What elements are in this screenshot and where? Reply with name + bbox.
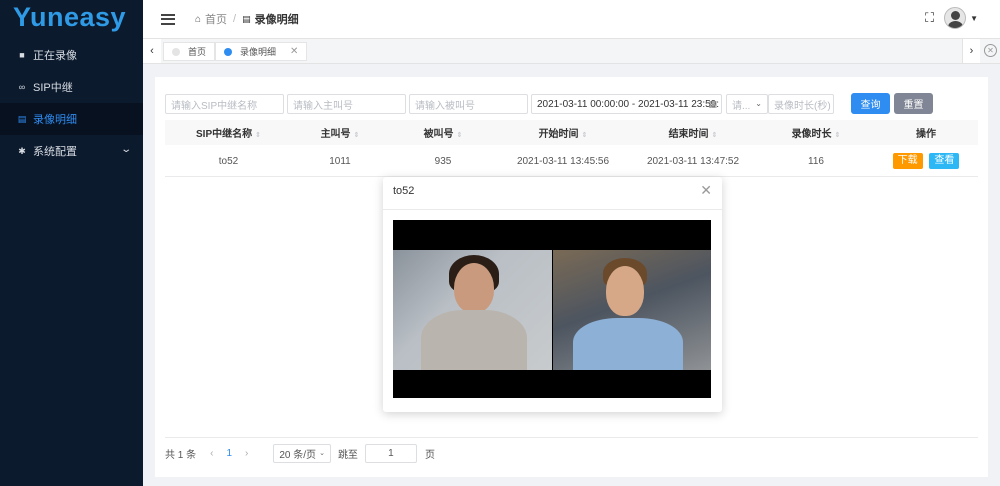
tab-label: 录像明细 bbox=[240, 47, 277, 57]
cell-start-time: 2021-03-11 13:45:56 bbox=[516, 155, 610, 167]
query-button[interactable]: 查询 bbox=[851, 93, 890, 114]
table-row: to52 1011 935 2021-03-11 13:45:56 2021-0… bbox=[165, 146, 978, 177]
sidebar-item-label: 正在录像 bbox=[33, 50, 77, 62]
close-all-tabs-icon[interactable]: ✕ bbox=[984, 44, 997, 57]
page-size-select[interactable]: 20 条/页 ⌄ bbox=[273, 443, 331, 463]
sidebar-item-recording[interactable]: ■ 正在录像 bbox=[0, 39, 143, 71]
cell-duration: 116 bbox=[808, 155, 824, 167]
jump-page-input[interactable]: 1 bbox=[364, 443, 417, 463]
type-select[interactable]: 请... ⌄ bbox=[726, 94, 768, 114]
breadcrumb: ⌂ 首页 / ▤ 录像明细 bbox=[195, 11, 299, 27]
column-header: 操作 bbox=[916, 129, 936, 140]
close-icon[interactable]: ✕ bbox=[700, 182, 712, 199]
sort-icon: ⇕ bbox=[834, 132, 841, 139]
column-header[interactable]: 结束时间 ⇕ bbox=[628, 125, 758, 140]
date-range-picker[interactable]: 2021-03-11 00:00:00 - 2021-03-11 23:59: … bbox=[531, 94, 722, 114]
chevron-down-icon: ⌄ bbox=[319, 450, 325, 457]
cell-end-time: 2021-03-11 13:47:52 bbox=[646, 155, 740, 167]
callee-input[interactable]: 请输入被叫号 bbox=[409, 94, 528, 114]
page-number[interactable]: 1 bbox=[226, 448, 232, 459]
cell-caller: 1011 bbox=[329, 155, 351, 167]
calendar-icon: ▦ bbox=[708, 99, 717, 109]
sidebar-item-recording-details[interactable]: ▤ 录像明细 bbox=[0, 103, 143, 135]
date-range-value: 2021-03-11 00:00:00 - 2021-03-11 23:59: bbox=[537, 98, 719, 110]
page-suffix: 页 bbox=[424, 449, 435, 461]
next-page-icon[interactable]: › bbox=[245, 448, 248, 459]
column-header[interactable]: 主叫号 ⇕ bbox=[292, 125, 388, 140]
sort-icon: ⇕ bbox=[353, 132, 360, 139]
caret-down-icon[interactable]: ▼ bbox=[970, 14, 978, 23]
page-size-value: 20 条/页 bbox=[279, 449, 317, 461]
tabs-scroll-left-icon[interactable]: ‹ bbox=[143, 39, 161, 63]
sort-icon: ⇕ bbox=[581, 132, 588, 139]
participant-figure bbox=[553, 250, 711, 370]
fullscreen-icon[interactable]: ⛶ bbox=[925, 10, 934, 26]
column-header[interactable]: 被叫号 ⇕ bbox=[388, 125, 498, 140]
column-header[interactable]: 开始时间 ⇕ bbox=[498, 125, 628, 140]
sort-icon: ⇕ bbox=[711, 132, 718, 139]
close-icon[interactable]: ✕ bbox=[290, 46, 298, 57]
jump-label: 跳至 bbox=[337, 449, 358, 461]
sidebar-item-label: 系统配置 bbox=[33, 146, 77, 158]
menu-toggle-icon[interactable] bbox=[161, 13, 175, 25]
tab-home[interactable]: 首页 bbox=[163, 42, 216, 61]
link-icon: ∞ bbox=[18, 82, 26, 92]
breadcrumb-separator: / bbox=[233, 13, 237, 25]
header-actions: ⛶ ▼ bbox=[925, 7, 978, 29]
modal-title: to52 bbox=[393, 185, 415, 197]
chevron-down-icon: ⌄ bbox=[119, 144, 132, 155]
gear-icon: ✱ bbox=[18, 145, 26, 156]
cell-trunk: to52 bbox=[218, 155, 239, 167]
sidebar: Yuneasy ■ 正在录像 ∞ SIP中继 ▤ 录像明细 ✱ 系统配置 ⌄ bbox=[0, 0, 143, 486]
divider bbox=[165, 437, 978, 438]
chevron-down-icon: ⌄ bbox=[755, 99, 762, 108]
tab-label: 首页 bbox=[188, 47, 207, 57]
column-header[interactable]: 录像时长 ⇕ bbox=[758, 125, 874, 140]
cell-callee: 935 bbox=[434, 155, 452, 167]
tab-recording-details[interactable]: 录像明细 ✕ bbox=[215, 42, 308, 61]
document-icon: ▤ bbox=[17, 113, 27, 124]
logo: Yuneasy bbox=[13, 2, 127, 32]
video-participant-right bbox=[553, 250, 711, 370]
sidebar-menu: ■ 正在录像 ∞ SIP中继 ▤ 录像明细 ✱ 系统配置 ⌄ bbox=[0, 39, 143, 167]
top-header: ⌂ 首页 / ▤ 录像明细 ⛶ ▼ bbox=[143, 0, 1000, 38]
video-camera-icon: ■ bbox=[19, 50, 25, 60]
sidebar-item-label: SIP中继 bbox=[33, 82, 73, 94]
video-modal: to52 ✕ bbox=[383, 177, 722, 412]
tabs-scroll-right-icon[interactable]: › bbox=[962, 39, 980, 63]
tabs-bar: ‹ 首页 录像明细 ✕ › ✕ bbox=[143, 38, 1000, 64]
video-participant-left bbox=[393, 250, 552, 370]
download-button[interactable]: 下载 bbox=[892, 153, 923, 169]
reset-button[interactable]: 重置 bbox=[894, 93, 933, 114]
tab-status-dot bbox=[172, 47, 180, 56]
home-icon: ⌂ bbox=[195, 13, 202, 25]
sort-icon: ⇕ bbox=[255, 132, 261, 139]
type-select-value: 请... bbox=[732, 100, 751, 112]
avatar[interactable] bbox=[944, 7, 967, 29]
caller-input[interactable]: 请输入主叫号 bbox=[287, 94, 406, 114]
table-header: SIP中继名称 ⇕ 主叫号 ⇕ 被叫号 ⇕ 开始时间 ⇕ 结束时间 ⇕ 录像时长 ⇕ 操作 bbox=[165, 120, 978, 145]
video-player[interactable] bbox=[393, 220, 711, 398]
sidebar-item-system-config[interactable]: ✱ 系统配置 ⌄ bbox=[0, 135, 143, 167]
pagination-total: 共 1 条 bbox=[165, 449, 197, 461]
document-icon: ▤ bbox=[242, 13, 251, 24]
sort-icon: ⇕ bbox=[456, 132, 463, 139]
view-button[interactable]: 查看 bbox=[929, 153, 960, 169]
cell-actions: 下载 查看 bbox=[874, 153, 978, 169]
duration-input[interactable]: 录像时长(秒) bbox=[768, 94, 834, 114]
divider bbox=[383, 209, 722, 210]
participant-figure bbox=[393, 250, 552, 370]
breadcrumb-current: 录像明细 bbox=[254, 14, 299, 26]
tab-status-dot bbox=[224, 47, 232, 56]
breadcrumb-home[interactable]: 首页 bbox=[205, 11, 227, 27]
trunk-name-input[interactable]: 请输入SIP中继名称 bbox=[165, 94, 284, 114]
column-header[interactable]: SIP中继名称 ⇕ bbox=[165, 125, 292, 140]
prev-page-icon[interactable]: ‹ bbox=[210, 448, 213, 459]
sidebar-item-sip-trunk[interactable]: ∞ SIP中继 bbox=[0, 71, 143, 103]
pagination: 共 1 条 ‹ 1 › 20 条/页 ⌄ 跳至 1 页 bbox=[165, 443, 435, 463]
sidebar-item-label: 录像明细 bbox=[33, 114, 77, 126]
